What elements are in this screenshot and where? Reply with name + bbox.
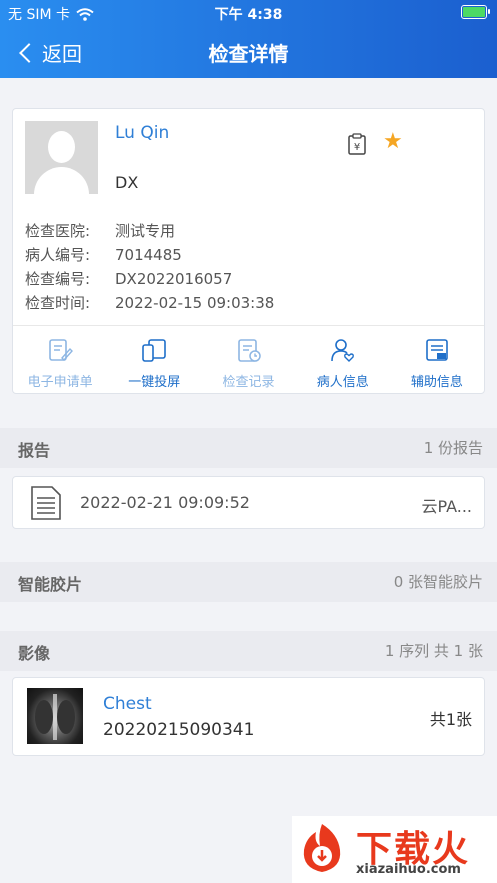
billing-clipboard-icon[interactable]: ¥: [347, 133, 367, 155]
aux-info-icon: [426, 339, 448, 361]
action-label: 检查记录: [222, 375, 275, 390]
exam-record-button[interactable]: 检查记录: [201, 335, 295, 393]
info-row-exam-id: 检查编号: DX2022016057: [25, 267, 274, 291]
patient-info-icon: [330, 339, 354, 362]
info-row-hospital: 检查医院: 测试专用: [25, 219, 274, 243]
action-label: 病人信息: [316, 375, 369, 390]
section-summary: 0 张智能胶片: [393, 573, 483, 591]
screen-cast-icon: [142, 339, 167, 362]
series-number: 20220215090341: [103, 720, 255, 740]
exam-record-icon: [237, 339, 261, 362]
screen-cast-button[interactable]: 一键投屏: [107, 335, 201, 393]
imaging-section-header: 影像 1 序列 共 1 张: [0, 631, 497, 671]
info-row-exam-time: 检查时间: 2022-02-15 09:03:38: [25, 291, 274, 315]
application-form-button[interactable]: 电子申请单: [13, 335, 107, 393]
info-value: 7014485: [115, 246, 182, 264]
section-summary: 1 份报告: [423, 439, 483, 457]
report-source: 云PA...: [421, 497, 472, 516]
chest-xray-thumbnail: [27, 688, 83, 744]
status-bar: 无 SIM 卡 下午 4:38: [0, 0, 497, 26]
flame-logo-icon: [303, 824, 341, 872]
watermark-url: xiazaihuo.com: [356, 862, 461, 877]
divider: [13, 325, 484, 326]
report-document-icon: [31, 486, 61, 520]
info-value: 2022-02-15 09:03:38: [115, 294, 275, 312]
page-title: 检查详情: [208, 42, 289, 66]
avatar: [25, 121, 98, 194]
aux-info-button[interactable]: 辅助信息: [390, 335, 484, 393]
patient-card: Lu Qin DX ¥ ★ 检查医院: 测试专用 病人编号: 7014485 检…: [12, 108, 485, 394]
svg-text:¥: ¥: [354, 142, 360, 153]
report-date: 2022-02-21 09:09:52: [80, 493, 250, 512]
film-section-header: 智能胶片 0 张智能胶片: [0, 562, 497, 602]
clock: 下午 4:38: [214, 7, 283, 23]
nav-bar: 返回 检查详情: [0, 30, 497, 74]
report-section-header: 报告 1 份报告: [0, 428, 497, 468]
modality: DX: [115, 173, 139, 192]
info-label: 检查医院:: [25, 222, 91, 240]
watermark: 下载火 xiazaihuo.com: [292, 816, 497, 883]
info-label: 检查编号:: [25, 270, 91, 288]
section-title: 影像: [18, 644, 51, 663]
info-row-patient-id: 病人编号: 7014485: [25, 243, 274, 267]
info-value: 测试专用: [115, 222, 176, 240]
action-bar: 电子申请单 一键投屏 检查记录 病人信息 辅助信息: [13, 335, 484, 393]
info-label: 检查时间:: [25, 294, 91, 312]
section-title: 智能胶片: [18, 575, 83, 594]
section-summary: 1 序列 共 1 张: [384, 642, 483, 660]
patient-name: Lu Qin: [115, 123, 170, 143]
exam-info: 检查医院: 测试专用 病人编号: 7014485 检查编号: DX2022016…: [25, 219, 274, 315]
battery-icon: [461, 5, 490, 19]
application-form-icon: [49, 339, 74, 362]
patient-info-button[interactable]: 病人信息: [296, 335, 390, 393]
top-bar: 无 SIM 卡 下午 4:38 返回 检查详情: [0, 0, 497, 78]
image-series-item[interactable]: Chest 20220215090341 共1张: [12, 677, 485, 756]
info-label: 病人编号:: [25, 246, 91, 264]
favorite-star-icon[interactable]: ★: [383, 129, 403, 154]
series-name: Chest: [103, 694, 152, 714]
action-label: 辅助信息: [410, 375, 463, 390]
image-count: 共1张: [429, 710, 472, 729]
info-value: DX2022016057: [115, 270, 233, 288]
action-label: 电子申请单: [27, 375, 93, 390]
action-label: 一键投屏: [128, 375, 181, 390]
section-title: 报告: [18, 441, 51, 460]
report-item[interactable]: 2022-02-21 09:09:52 云PA...: [12, 476, 485, 529]
